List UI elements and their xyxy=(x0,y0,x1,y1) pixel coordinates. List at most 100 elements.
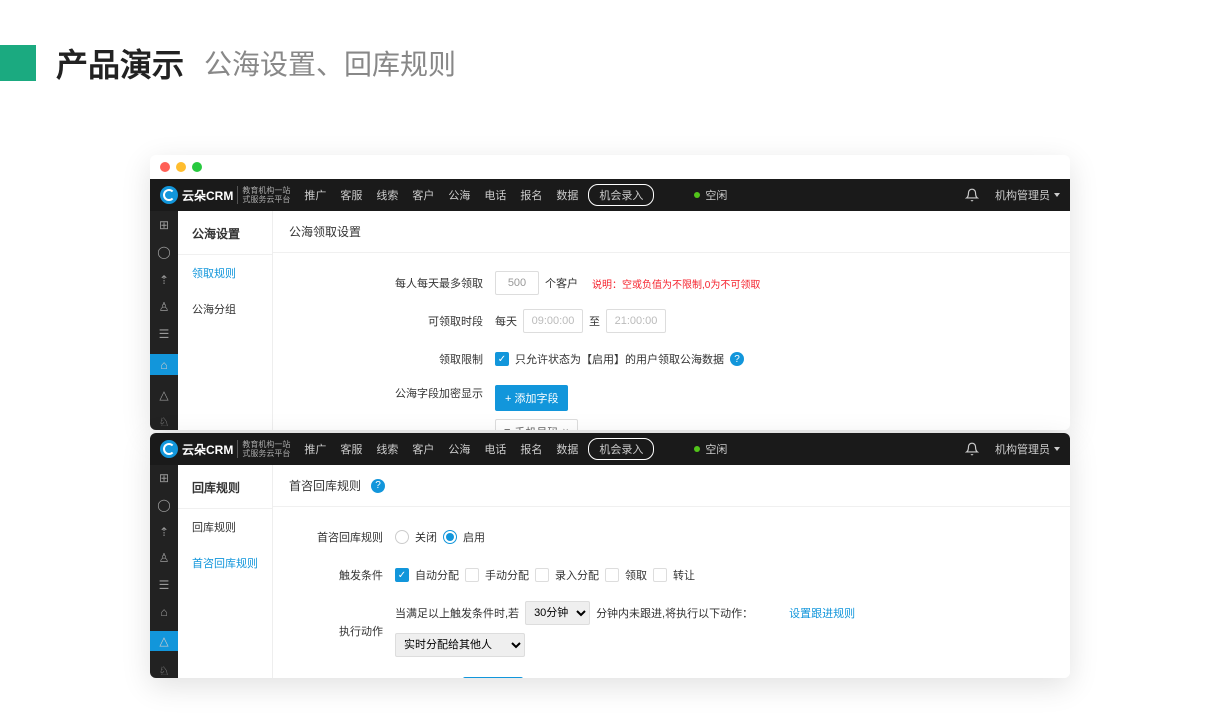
add-field-button[interactable]: + 添加字段 xyxy=(495,385,568,411)
chk-auto-assign[interactable]: ✓ xyxy=(395,568,409,582)
content-area: 公海领取设置 每人每天最多领取 个客户 说明：空或负值为不限制,0为不可领取 可… xyxy=(273,211,1070,430)
close-dot[interactable] xyxy=(160,162,170,172)
rail-icon-4[interactable]: ♙ xyxy=(156,551,172,566)
nav-service[interactable]: 客服 xyxy=(340,441,362,457)
record-opportunity-button[interactable]: 机会录入 xyxy=(588,438,654,460)
record-opportunity-button[interactable]: 机会录入 xyxy=(588,184,654,206)
radio-off[interactable] xyxy=(395,530,409,544)
nav-signup[interactable]: 报名 xyxy=(520,187,542,203)
logo-tagline: 教育机构一站式服务云平台 xyxy=(237,440,290,458)
rail-icon-5[interactable]: ☰ xyxy=(156,327,172,342)
rail-icon-pool[interactable]: ⌂ xyxy=(150,354,178,375)
content-area: 首咨回库规则 ? 首咨回库规则 关闭 启用 触发条件 xyxy=(273,465,1070,678)
side-menu: 公海设置 领取规则 公海分组 xyxy=(178,211,273,430)
nav-promotion[interactable]: 推广 xyxy=(304,187,326,203)
nav-promotion[interactable]: 推广 xyxy=(304,441,326,457)
status-dot-icon xyxy=(694,192,700,198)
rail-icon-3[interactable]: ⇡ xyxy=(156,272,172,287)
rail-icon-return[interactable]: △ xyxy=(150,631,178,651)
user-menu[interactable]: 机构管理员 xyxy=(995,441,1060,457)
label-daily: 每天 xyxy=(495,313,517,329)
nav-pool[interactable]: 公海 xyxy=(448,187,470,203)
radio-on[interactable] xyxy=(443,530,457,544)
input-time-to[interactable] xyxy=(606,309,666,333)
minimize-dot[interactable] xyxy=(176,162,186,172)
logo[interactable]: 云朵CRM 教育机构一站式服务云平台 xyxy=(160,186,290,204)
zoom-dot[interactable] xyxy=(192,162,202,172)
nav-data[interactable]: 数据 xyxy=(556,441,578,457)
caret-down-icon xyxy=(1054,193,1060,197)
content-header: 首咨回库规则 ? xyxy=(273,465,1070,507)
side-item-claim-rules[interactable]: 领取规则 xyxy=(178,255,272,291)
nav-leads[interactable]: 线索 xyxy=(376,187,398,203)
rail-icon-8[interactable]: ♘ xyxy=(156,663,172,678)
text-when: 当满足以上触发条件时,若 xyxy=(395,605,519,621)
input-daily-max[interactable] xyxy=(495,271,539,295)
hint-daily-max: 说明：空或负值为不限制,0为不可领取 xyxy=(592,276,760,291)
select-action[interactable]: 实时分配给其他人 xyxy=(395,633,525,657)
rail-icon-4[interactable]: ♙ xyxy=(156,299,172,314)
label-claim-limit: 领取限制 xyxy=(383,351,483,367)
rail-icon-5[interactable]: ☰ xyxy=(156,578,172,593)
window-public-pool-settings: 云朵CRM 教育机构一站式服务云平台 推广 客服 线索 客户 公海 电话 报名 … xyxy=(150,155,1070,430)
nav-pool[interactable]: 公海 xyxy=(448,441,470,457)
side-menu: 回库规则 回库规则 首咨回库规则 xyxy=(178,465,273,678)
nav-service[interactable]: 客服 xyxy=(340,187,362,203)
agent-status[interactable]: 空闲 xyxy=(694,441,727,457)
logo[interactable]: 云朵CRM 教育机构一站式服务云平台 xyxy=(160,440,290,458)
content-header: 公海领取设置 xyxy=(273,211,1070,253)
left-icon-rail: ⊞ ◯ ⇡ ♙ ☰ ⌂ △ ♘ xyxy=(150,211,178,430)
label-to: 至 xyxy=(589,313,600,329)
side-menu-title: 回库规则 xyxy=(178,479,272,509)
nav-customers[interactable]: 客户 xyxy=(412,187,434,203)
logo-tagline: 教育机构一站式服务云平台 xyxy=(237,186,290,204)
rail-icon-3[interactable]: ⇡ xyxy=(156,524,172,539)
mac-traffic-lights xyxy=(150,155,1070,179)
save-button[interactable]: 保存 xyxy=(463,677,523,678)
top-nav-items: 推广 客服 线索 客户 公海 电话 报名 数据 xyxy=(304,441,578,457)
rail-icon-1[interactable]: ⊞ xyxy=(156,471,172,486)
agent-status[interactable]: 空闲 xyxy=(694,187,727,203)
nav-leads[interactable]: 线索 xyxy=(376,441,398,457)
label-time-window: 可领取时段 xyxy=(383,313,483,329)
side-menu-title: 公海设置 xyxy=(178,225,272,255)
chk-entry-assign[interactable] xyxy=(535,568,549,582)
nav-customers[interactable]: 客户 xyxy=(412,441,434,457)
side-item-pool-groups[interactable]: 公海分组 xyxy=(178,291,272,327)
input-time-from[interactable] xyxy=(523,309,583,333)
link-followup-rules[interactable]: 设置跟进规则 xyxy=(789,605,855,621)
notification-bell-icon[interactable] xyxy=(965,188,979,202)
chk-manual-assign[interactable] xyxy=(465,568,479,582)
left-icon-rail: ⊞ ◯ ⇡ ♙ ☰ ⌂ △ ♘ xyxy=(150,465,178,678)
user-menu[interactable]: 机构管理员 xyxy=(995,187,1060,203)
notification-bell-icon[interactable] xyxy=(965,442,979,456)
text-then: 分钟内未跟进,将执行以下动作： xyxy=(596,605,753,621)
list-icon: ≡ xyxy=(504,426,510,430)
chk-transfer[interactable] xyxy=(653,568,667,582)
nav-phone[interactable]: 电话 xyxy=(484,441,506,457)
help-icon[interactable]: ? xyxy=(371,479,385,493)
rail-icon-2[interactable]: ◯ xyxy=(156,498,172,513)
rail-icon-1[interactable]: ⊞ xyxy=(156,217,172,232)
chk-claim[interactable] xyxy=(605,568,619,582)
label-action: 执行动作 xyxy=(313,601,383,639)
top-nav-bar: 云朵CRM 教育机构一站式服务云平台 推广 客服 线索 客户 公海 电话 报名 … xyxy=(150,179,1070,211)
logo-icon xyxy=(160,186,178,204)
side-item-return-rules[interactable]: 回库规则 xyxy=(178,509,272,545)
help-icon[interactable]: ? xyxy=(730,352,744,366)
logo-text: 云朵CRM xyxy=(182,187,233,204)
side-item-first-consult-return[interactable]: 首咨回库规则 xyxy=(178,545,272,581)
checkbox-enabled-only[interactable]: ✓ xyxy=(495,352,509,366)
nav-data[interactable]: 数据 xyxy=(556,187,578,203)
rail-icon-2[interactable]: ◯ xyxy=(156,244,172,259)
remove-tag-icon[interactable]: × xyxy=(562,426,568,430)
rail-icon-8[interactable]: ♘ xyxy=(156,415,172,430)
rail-icon-6[interactable]: ⌂ xyxy=(156,604,172,619)
nav-phone[interactable]: 电话 xyxy=(484,187,506,203)
rail-icon-7[interactable]: △ xyxy=(156,387,172,402)
nav-signup[interactable]: 报名 xyxy=(520,441,542,457)
select-duration[interactable]: 30分钟 xyxy=(525,601,590,625)
accent-block xyxy=(0,45,36,81)
label-off: 关闭 xyxy=(415,529,437,545)
top-nav-items: 推广 客服 线索 客户 公海 电话 报名 数据 xyxy=(304,187,578,203)
